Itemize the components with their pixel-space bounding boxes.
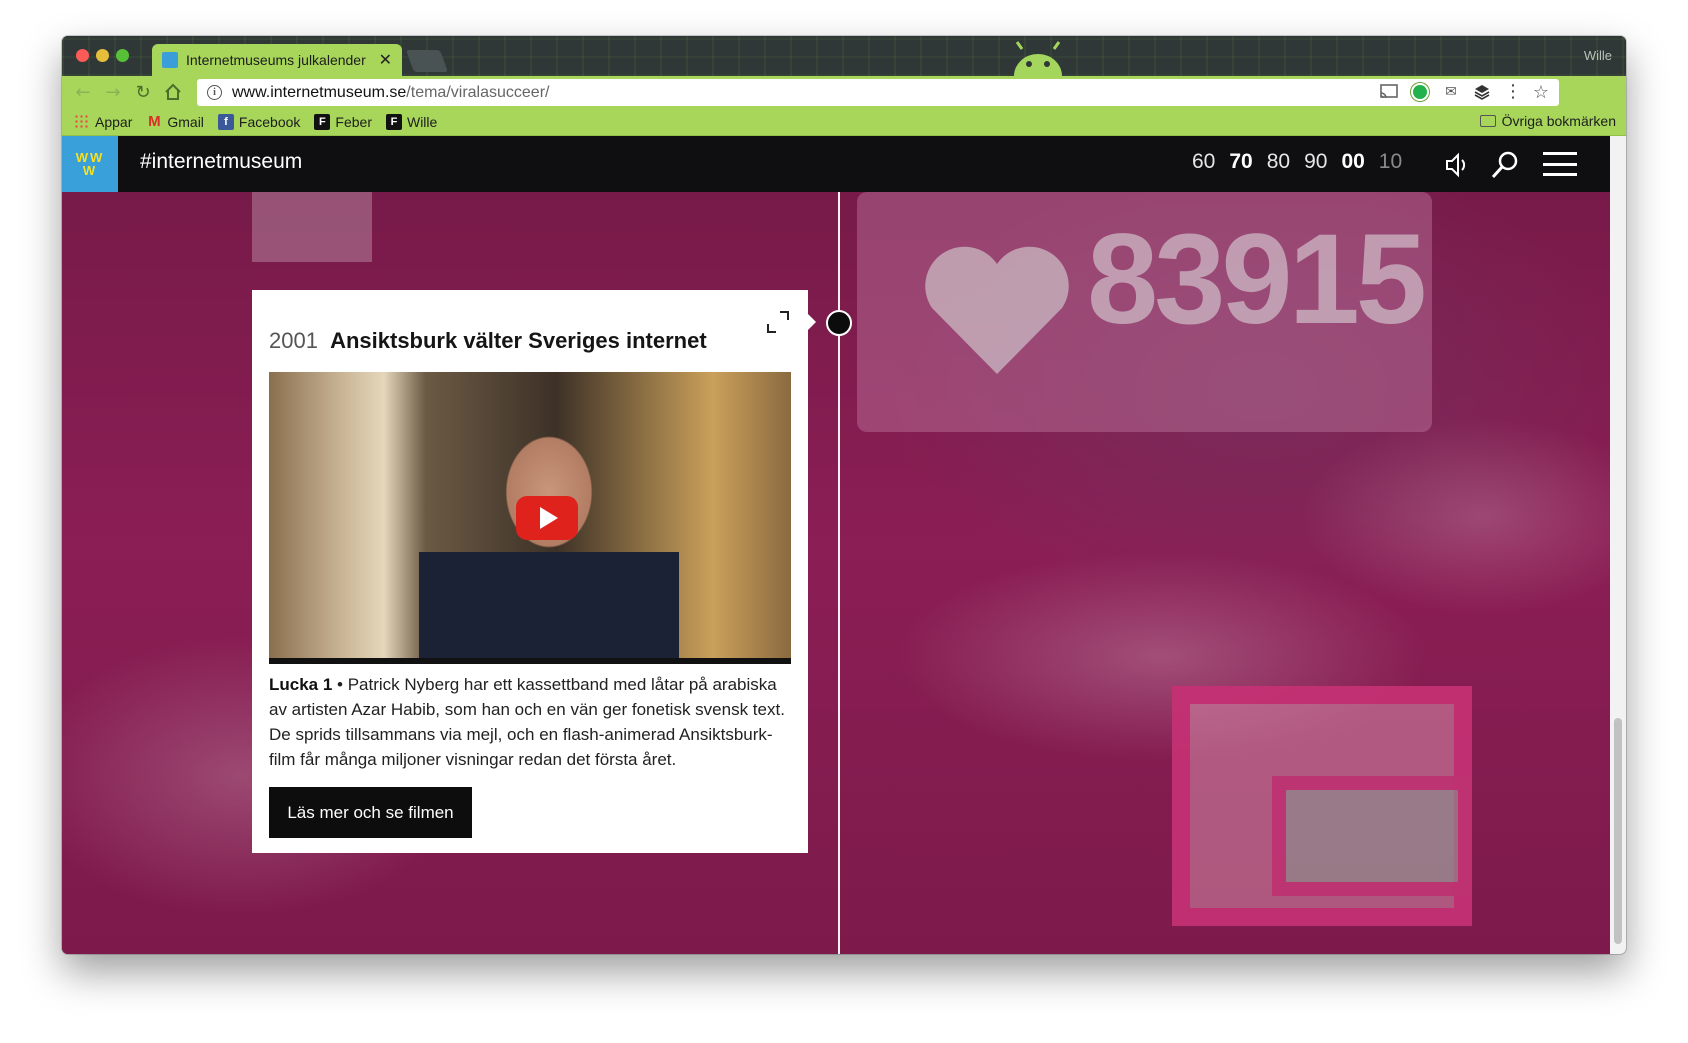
site-logo[interactable]: WW W bbox=[62, 136, 118, 192]
mail-extension-icon[interactable]: ✉ bbox=[1440, 81, 1462, 103]
browser-tab-active[interactable]: Internetmuseums julkalender ✕ bbox=[152, 44, 402, 76]
timeline-line bbox=[838, 192, 840, 954]
extension-green-icon[interactable] bbox=[1409, 81, 1431, 103]
window-minimize-button[interactable] bbox=[96, 49, 109, 62]
browser-window: Internetmuseums julkalender ✕ Wille ← → … bbox=[62, 36, 1626, 954]
feber-icon: F bbox=[314, 113, 331, 130]
url-path: /tema/viralasucceer/ bbox=[406, 83, 550, 101]
video-thumbnail[interactable] bbox=[269, 372, 791, 664]
card-title: 2001 Ansiktsburk välter Sveriges interne… bbox=[269, 328, 707, 354]
apps-grid-icon bbox=[74, 113, 90, 130]
bookmark-apps[interactable]: Appar bbox=[74, 113, 132, 130]
tab-close-icon[interactable]: ✕ bbox=[379, 52, 392, 68]
decade-70[interactable]: 70 bbox=[1229, 150, 1252, 174]
read-more-button[interactable]: Läs mer och se filmen bbox=[269, 787, 472, 838]
browser-toolbar: ← → ↻ i www.internetmuseum.se /tema/vira… bbox=[62, 76, 1626, 108]
other-bookmarks[interactable]: Övriga bokmärken bbox=[1479, 113, 1616, 129]
reload-button[interactable]: ↻ bbox=[128, 77, 158, 107]
card-description: Lucka 1 • Patrick Nyberg har ett kassett… bbox=[269, 675, 785, 769]
hamburger-menu-icon[interactable] bbox=[1543, 152, 1577, 176]
card-headline: Ansiktsburk välter Sveriges internet bbox=[330, 328, 707, 353]
play-button[interactable] bbox=[516, 496, 578, 540]
bookmarks-bar: Appar M Gmail f Facebook F Feber F Wille… bbox=[62, 108, 1626, 136]
folder-icon bbox=[1479, 115, 1496, 127]
decade-10[interactable]: 10 bbox=[1379, 150, 1402, 174]
back-button[interactable]: ← bbox=[68, 77, 98, 107]
timeline-marker[interactable] bbox=[826, 310, 852, 336]
title-bar: Internetmuseums julkalender ✕ Wille bbox=[62, 36, 1626, 76]
address-bar[interactable]: i www.internetmuseum.se /tema/viralasucc… bbox=[197, 79, 1559, 106]
window-close-button[interactable] bbox=[76, 49, 89, 62]
card-year: 2001 bbox=[269, 328, 318, 353]
browser-menu-icon[interactable]: ⋮ bbox=[1502, 81, 1524, 103]
search-icon[interactable] bbox=[1490, 150, 1520, 180]
background-counter: 83915 bbox=[1087, 208, 1427, 351]
bookmark-wille[interactable]: F Wille bbox=[385, 113, 437, 130]
gmail-icon: M bbox=[148, 113, 161, 130]
page-scrollbar[interactable] bbox=[1610, 136, 1626, 954]
bookmark-star-icon[interactable]: ☆ bbox=[1533, 82, 1549, 103]
new-tab-button[interactable] bbox=[405, 50, 449, 72]
forward-button[interactable]: → bbox=[98, 77, 128, 107]
decade-90[interactable]: 90 bbox=[1304, 150, 1327, 174]
heart-icon bbox=[925, 246, 1069, 374]
android-theme-icon bbox=[1014, 41, 1062, 76]
bookmark-gmail[interactable]: M Gmail bbox=[146, 113, 204, 130]
bookmark-facebook[interactable]: f Facebook bbox=[217, 113, 300, 130]
play-icon bbox=[540, 507, 558, 529]
home-icon bbox=[165, 83, 181, 100]
story-card: 2001 Ansiktsburk välter Sveriges interne… bbox=[252, 290, 816, 853]
facebook-icon: f bbox=[217, 113, 234, 130]
wille-icon: F bbox=[385, 113, 402, 130]
cast-icon[interactable] bbox=[1378, 81, 1400, 103]
layers-extension-icon[interactable] bbox=[1471, 81, 1493, 103]
expand-icon[interactable] bbox=[766, 310, 790, 334]
site-header: WW W #internetmuseum 60 70 80 90 00 10 bbox=[62, 136, 1610, 192]
card-lead-label: Lucka 1 bbox=[269, 675, 333, 694]
scrollbar-thumb[interactable] bbox=[1614, 718, 1622, 944]
bookmark-feber[interactable]: F Feber bbox=[314, 113, 372, 130]
decade-nav: 60 70 80 90 00 10 bbox=[1192, 150, 1402, 174]
web-page: 83915 WW W #internetmuseum 60 70 80 90 0… bbox=[62, 136, 1610, 954]
profile-name[interactable]: Wille bbox=[1584, 48, 1612, 63]
info-icon[interactable]: i bbox=[207, 85, 222, 100]
sound-icon[interactable] bbox=[1442, 150, 1472, 180]
nyan-cat-face-art bbox=[1272, 776, 1472, 896]
decade-00[interactable]: 00 bbox=[1341, 150, 1364, 174]
decade-60[interactable]: 60 bbox=[1192, 150, 1215, 174]
tab-title: Internetmuseums julkalender bbox=[186, 52, 366, 68]
decade-80[interactable]: 80 bbox=[1267, 150, 1290, 174]
tab-favicon-icon bbox=[162, 52, 178, 68]
pixel-art-ghost bbox=[252, 192, 372, 262]
home-button[interactable] bbox=[158, 77, 188, 107]
site-name[interactable]: #internetmuseum bbox=[140, 150, 302, 174]
window-maximize-button[interactable] bbox=[116, 49, 129, 62]
url-host: www.internetmuseum.se bbox=[232, 83, 407, 101]
